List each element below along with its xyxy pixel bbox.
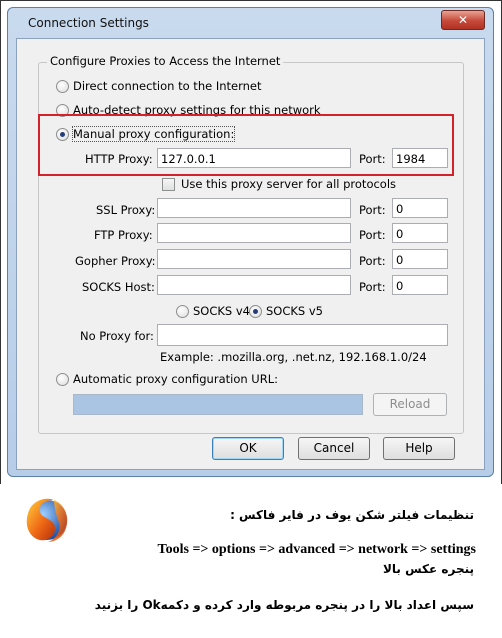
title-bar: Connection Settings ✕ bbox=[8, 8, 493, 36]
ssl-port-label: Port: bbox=[359, 203, 386, 217]
group-legend: Configure Proxies to Access the Internet bbox=[47, 54, 284, 68]
reload-button[interactable]: Reload bbox=[373, 393, 447, 416]
use-all-protocols-checkbox[interactable] bbox=[162, 178, 175, 191]
close-button[interactable]: ✕ bbox=[441, 10, 485, 30]
radio-auto-url[interactable] bbox=[56, 373, 69, 386]
caption-line-1: تنظیمات فیلتر شکن یوف در فایر فاکس : bbox=[230, 508, 474, 522]
ftp-proxy-label: FTP Proxy: bbox=[94, 228, 153, 242]
radio-auto-url-label: Automatic proxy configuration URL: bbox=[73, 372, 278, 386]
socks-host-input[interactable] bbox=[157, 275, 351, 295]
ftp-port-label: Port: bbox=[359, 228, 386, 242]
ftp-port-input[interactable]: 0 bbox=[392, 223, 448, 243]
radio-direct[interactable] bbox=[56, 80, 69, 93]
ssl-proxy-input[interactable] bbox=[157, 198, 351, 218]
radio-direct-label: Direct connection to the Internet bbox=[73, 79, 262, 93]
no-proxy-label: No Proxy for: bbox=[80, 329, 154, 343]
help-button[interactable]: Help bbox=[383, 437, 455, 460]
caption-line-4: سپس اعداد بالا را در پنجره مربوطه وارد ک… bbox=[94, 598, 474, 612]
radio-socks-v4[interactable] bbox=[176, 305, 189, 318]
socks-port-input[interactable]: 0 bbox=[392, 275, 448, 295]
no-proxy-input[interactable] bbox=[157, 324, 448, 346]
gopher-proxy-input[interactable] bbox=[157, 249, 351, 269]
ssl-proxy-label: SSL Proxy: bbox=[96, 203, 156, 217]
radio-socks-v5[interactable] bbox=[249, 305, 262, 318]
use-all-protocols-label: Use this proxy server for all protocols bbox=[181, 177, 397, 191]
firefox-logo-icon bbox=[26, 498, 68, 542]
no-proxy-example: Example: .mozilla.org, .net.nz, 192.168.… bbox=[160, 350, 427, 364]
window-title: Connection Settings bbox=[28, 16, 149, 30]
gopher-port-input[interactable]: 0 bbox=[392, 249, 448, 269]
ok-button[interactable]: OK bbox=[212, 437, 284, 460]
caption-line-3: پنجره عکس بالا bbox=[382, 562, 474, 576]
caption-line-2: Tools => options => advanced => network … bbox=[157, 542, 476, 557]
manual-proxy-highlight bbox=[38, 114, 454, 176]
close-icon: ✕ bbox=[457, 13, 469, 27]
ftp-proxy-input[interactable] bbox=[157, 223, 351, 243]
gopher-proxy-label: Gopher Proxy: bbox=[75, 254, 156, 268]
radio-socks-v5-label: SOCKS v5 bbox=[266, 304, 324, 318]
cancel-button[interactable]: Cancel bbox=[298, 437, 370, 460]
auto-url-input[interactable] bbox=[73, 394, 363, 415]
ssl-port-input[interactable]: 0 bbox=[392, 198, 448, 218]
socks-host-label: SOCKS Host: bbox=[82, 280, 155, 294]
socks-port-label: Port: bbox=[359, 280, 386, 294]
radio-socks-v4-label: SOCKS v4 bbox=[193, 304, 251, 318]
gopher-port-label: Port: bbox=[359, 254, 386, 268]
